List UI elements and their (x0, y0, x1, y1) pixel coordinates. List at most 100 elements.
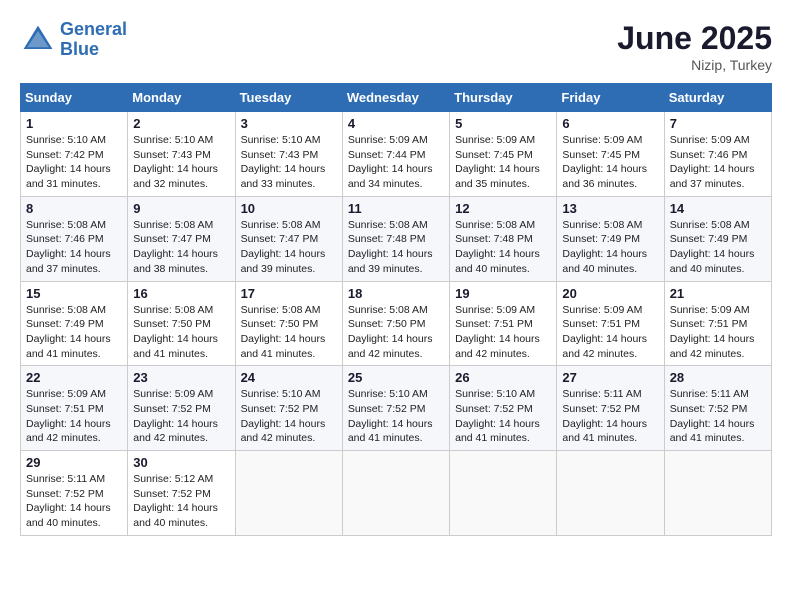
calendar-cell: 21 Sunrise: 5:09 AM Sunset: 7:51 PM Dayl… (664, 281, 771, 366)
day-number: 18 (348, 286, 444, 301)
day-info: Sunrise: 5:09 AM Sunset: 7:51 PM Dayligh… (562, 303, 658, 362)
day-number: 26 (455, 370, 551, 385)
day-number: 13 (562, 201, 658, 216)
day-info: Sunrise: 5:10 AM Sunset: 7:43 PM Dayligh… (133, 133, 229, 192)
title-block: June 2025 Nizip, Turkey (617, 20, 772, 73)
calendar-week-5: 29 Sunrise: 5:11 AM Sunset: 7:52 PM Dayl… (21, 451, 772, 536)
calendar-cell: 13 Sunrise: 5:08 AM Sunset: 7:49 PM Dayl… (557, 196, 664, 281)
day-number: 4 (348, 116, 444, 131)
calendar-table: SundayMondayTuesdayWednesdayThursdayFrid… (20, 83, 772, 536)
calendar-cell: 16 Sunrise: 5:08 AM Sunset: 7:50 PM Dayl… (128, 281, 235, 366)
weekday-header-tuesday: Tuesday (235, 84, 342, 112)
day-info: Sunrise: 5:09 AM Sunset: 7:45 PM Dayligh… (562, 133, 658, 192)
day-number: 25 (348, 370, 444, 385)
day-info: Sunrise: 5:09 AM Sunset: 7:45 PM Dayligh… (455, 133, 551, 192)
day-info: Sunrise: 5:08 AM Sunset: 7:50 PM Dayligh… (348, 303, 444, 362)
day-number: 29 (26, 455, 122, 470)
calendar-cell: 5 Sunrise: 5:09 AM Sunset: 7:45 PM Dayli… (450, 112, 557, 197)
day-number: 9 (133, 201, 229, 216)
calendar-cell: 11 Sunrise: 5:08 AM Sunset: 7:48 PM Dayl… (342, 196, 449, 281)
day-number: 10 (241, 201, 337, 216)
day-info: Sunrise: 5:08 AM Sunset: 7:46 PM Dayligh… (26, 218, 122, 277)
day-number: 8 (26, 201, 122, 216)
day-number: 14 (670, 201, 766, 216)
day-info: Sunrise: 5:11 AM Sunset: 7:52 PM Dayligh… (26, 472, 122, 531)
day-info: Sunrise: 5:09 AM Sunset: 7:51 PM Dayligh… (455, 303, 551, 362)
location: Nizip, Turkey (617, 57, 772, 73)
day-info: Sunrise: 5:09 AM Sunset: 7:44 PM Dayligh… (348, 133, 444, 192)
calendar-cell: 29 Sunrise: 5:11 AM Sunset: 7:52 PM Dayl… (21, 451, 128, 536)
day-number: 5 (455, 116, 551, 131)
calendar-cell: 10 Sunrise: 5:08 AM Sunset: 7:47 PM Dayl… (235, 196, 342, 281)
day-number: 28 (670, 370, 766, 385)
day-number: 24 (241, 370, 337, 385)
day-info: Sunrise: 5:09 AM Sunset: 7:51 PM Dayligh… (26, 387, 122, 446)
day-number: 1 (26, 116, 122, 131)
calendar-cell: 28 Sunrise: 5:11 AM Sunset: 7:52 PM Dayl… (664, 366, 771, 451)
day-number: 22 (26, 370, 122, 385)
calendar-cell: 8 Sunrise: 5:08 AM Sunset: 7:46 PM Dayli… (21, 196, 128, 281)
page-header: General Blue June 2025 Nizip, Turkey (20, 20, 772, 73)
calendar-cell: 24 Sunrise: 5:10 AM Sunset: 7:52 PM Dayl… (235, 366, 342, 451)
logo: General Blue (20, 20, 127, 60)
day-info: Sunrise: 5:08 AM Sunset: 7:50 PM Dayligh… (133, 303, 229, 362)
day-info: Sunrise: 5:10 AM Sunset: 7:43 PM Dayligh… (241, 133, 337, 192)
day-info: Sunrise: 5:10 AM Sunset: 7:52 PM Dayligh… (455, 387, 551, 446)
day-number: 11 (348, 201, 444, 216)
calendar-cell: 19 Sunrise: 5:09 AM Sunset: 7:51 PM Dayl… (450, 281, 557, 366)
day-number: 12 (455, 201, 551, 216)
calendar-cell: 12 Sunrise: 5:08 AM Sunset: 7:48 PM Dayl… (450, 196, 557, 281)
calendar-cell: 23 Sunrise: 5:09 AM Sunset: 7:52 PM Dayl… (128, 366, 235, 451)
day-number: 19 (455, 286, 551, 301)
calendar-cell: 7 Sunrise: 5:09 AM Sunset: 7:46 PM Dayli… (664, 112, 771, 197)
calendar-cell: 26 Sunrise: 5:10 AM Sunset: 7:52 PM Dayl… (450, 366, 557, 451)
logo-icon (20, 22, 56, 58)
day-info: Sunrise: 5:08 AM Sunset: 7:47 PM Dayligh… (241, 218, 337, 277)
day-info: Sunrise: 5:08 AM Sunset: 7:48 PM Dayligh… (348, 218, 444, 277)
day-number: 27 (562, 370, 658, 385)
day-info: Sunrise: 5:08 AM Sunset: 7:47 PM Dayligh… (133, 218, 229, 277)
weekday-header-saturday: Saturday (664, 84, 771, 112)
calendar-week-2: 8 Sunrise: 5:08 AM Sunset: 7:46 PM Dayli… (21, 196, 772, 281)
day-info: Sunrise: 5:09 AM Sunset: 7:51 PM Dayligh… (670, 303, 766, 362)
weekday-header-sunday: Sunday (21, 84, 128, 112)
calendar-cell: 30 Sunrise: 5:12 AM Sunset: 7:52 PM Dayl… (128, 451, 235, 536)
calendar-cell: 3 Sunrise: 5:10 AM Sunset: 7:43 PM Dayli… (235, 112, 342, 197)
calendar-cell: 6 Sunrise: 5:09 AM Sunset: 7:45 PM Dayli… (557, 112, 664, 197)
calendar-cell: 17 Sunrise: 5:08 AM Sunset: 7:50 PM Dayl… (235, 281, 342, 366)
day-number: 6 (562, 116, 658, 131)
calendar-cell: 25 Sunrise: 5:10 AM Sunset: 7:52 PM Dayl… (342, 366, 449, 451)
day-number: 23 (133, 370, 229, 385)
calendar-cell: 20 Sunrise: 5:09 AM Sunset: 7:51 PM Dayl… (557, 281, 664, 366)
weekday-header-thursday: Thursday (450, 84, 557, 112)
day-number: 16 (133, 286, 229, 301)
day-info: Sunrise: 5:09 AM Sunset: 7:52 PM Dayligh… (133, 387, 229, 446)
day-number: 17 (241, 286, 337, 301)
day-info: Sunrise: 5:11 AM Sunset: 7:52 PM Dayligh… (562, 387, 658, 446)
weekday-header-monday: Monday (128, 84, 235, 112)
day-info: Sunrise: 5:10 AM Sunset: 7:52 PM Dayligh… (241, 387, 337, 446)
calendar-cell: 4 Sunrise: 5:09 AM Sunset: 7:44 PM Dayli… (342, 112, 449, 197)
calendar-cell: 22 Sunrise: 5:09 AM Sunset: 7:51 PM Dayl… (21, 366, 128, 451)
day-info: Sunrise: 5:12 AM Sunset: 7:52 PM Dayligh… (133, 472, 229, 531)
day-info: Sunrise: 5:10 AM Sunset: 7:52 PM Dayligh… (348, 387, 444, 446)
day-number: 15 (26, 286, 122, 301)
calendar-week-4: 22 Sunrise: 5:09 AM Sunset: 7:51 PM Dayl… (21, 366, 772, 451)
day-info: Sunrise: 5:09 AM Sunset: 7:46 PM Dayligh… (670, 133, 766, 192)
calendar-cell (235, 451, 342, 536)
weekday-header-friday: Friday (557, 84, 664, 112)
calendar-cell: 1 Sunrise: 5:10 AM Sunset: 7:42 PM Dayli… (21, 112, 128, 197)
day-number: 7 (670, 116, 766, 131)
calendar-cell (557, 451, 664, 536)
day-number: 30 (133, 455, 229, 470)
logo-text: General Blue (60, 20, 127, 60)
weekday-header-wednesday: Wednesday (342, 84, 449, 112)
day-info: Sunrise: 5:10 AM Sunset: 7:42 PM Dayligh… (26, 133, 122, 192)
day-info: Sunrise: 5:08 AM Sunset: 7:48 PM Dayligh… (455, 218, 551, 277)
day-number: 20 (562, 286, 658, 301)
calendar-cell: 14 Sunrise: 5:08 AM Sunset: 7:49 PM Dayl… (664, 196, 771, 281)
calendar-cell: 18 Sunrise: 5:08 AM Sunset: 7:50 PM Dayl… (342, 281, 449, 366)
calendar-cell (342, 451, 449, 536)
day-info: Sunrise: 5:08 AM Sunset: 7:49 PM Dayligh… (670, 218, 766, 277)
calendar-cell: 27 Sunrise: 5:11 AM Sunset: 7:52 PM Dayl… (557, 366, 664, 451)
